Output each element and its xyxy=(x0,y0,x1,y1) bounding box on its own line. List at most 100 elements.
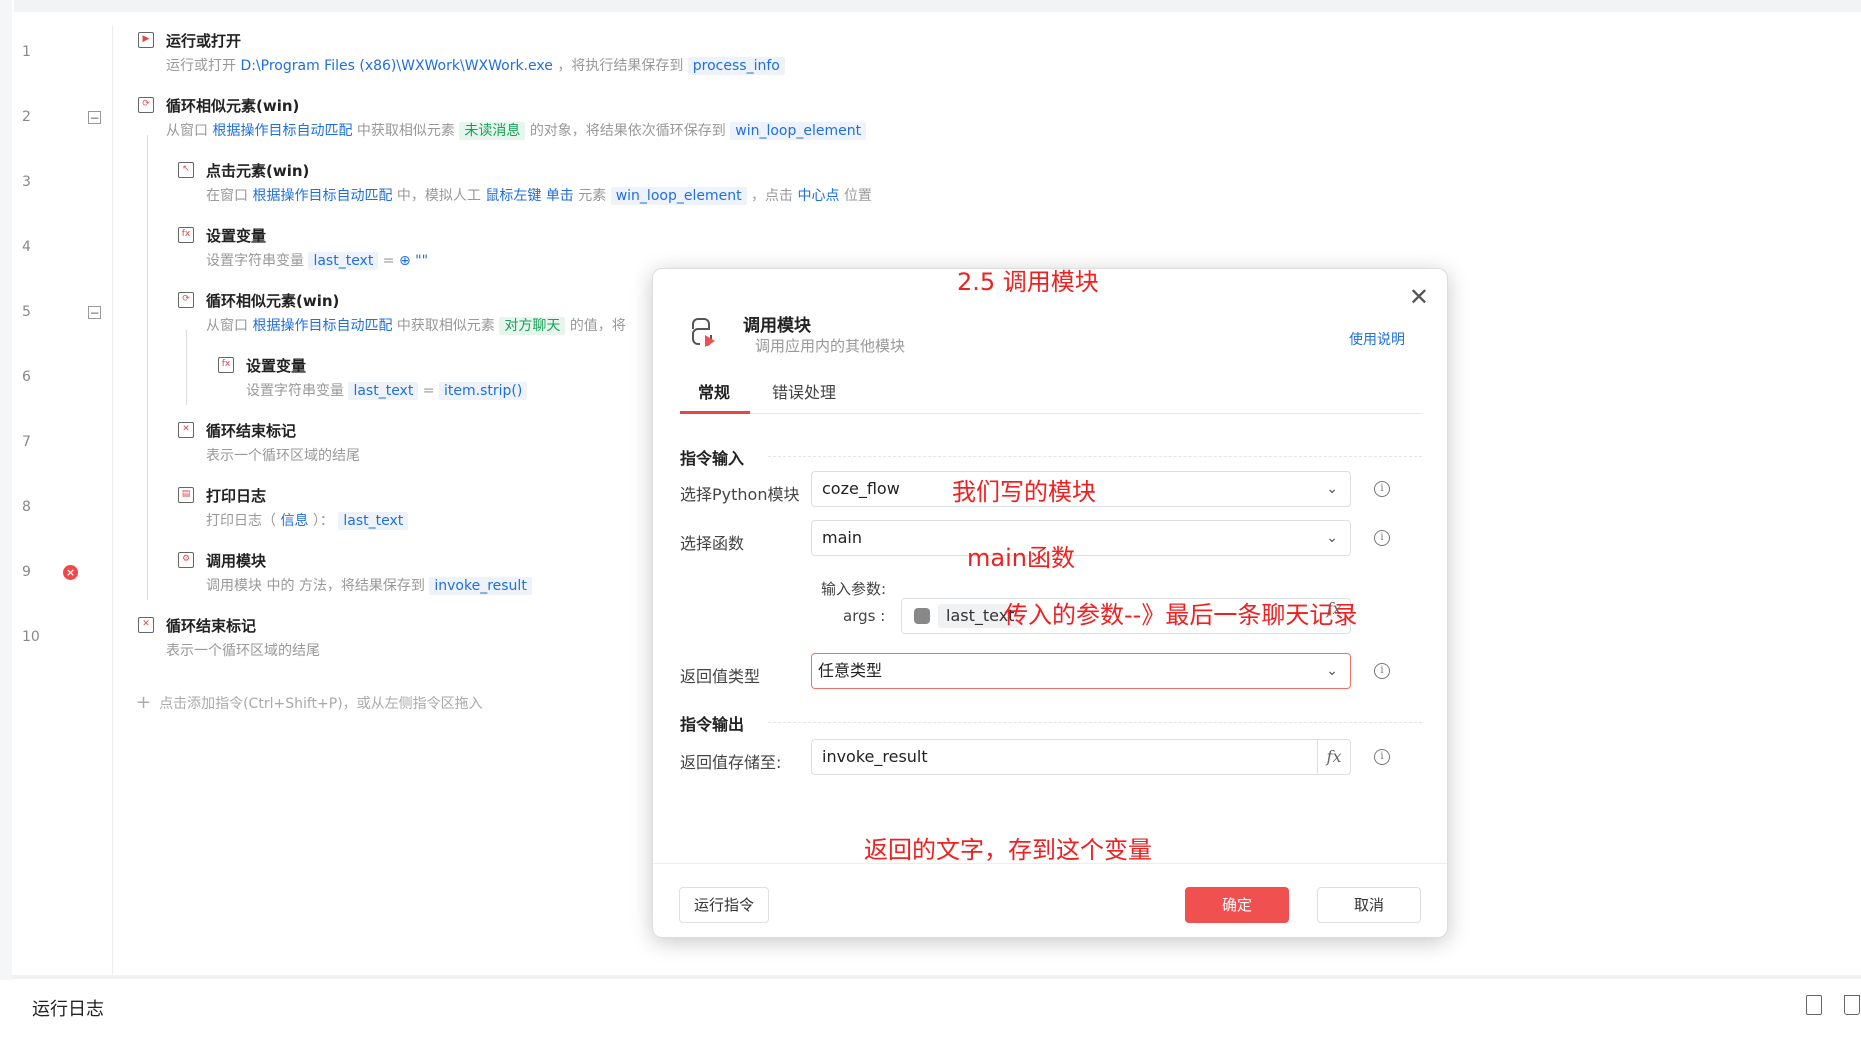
function-select[interactable]: main ⌄ xyxy=(811,520,1351,556)
help-link[interactable]: 使用说明 xyxy=(1349,329,1405,349)
annotation-text: 我们写的模块 xyxy=(952,478,1096,506)
chevron-down-icon: ⌄ xyxy=(1326,530,1338,546)
python-module-icon: ⚙ xyxy=(178,552,194,568)
python-module-icon xyxy=(692,318,715,347)
tab-error-handling[interactable]: 错误处理 xyxy=(772,379,836,411)
collapse-toggle[interactable]: − xyxy=(88,111,101,124)
step-desc: 表示一个循环区域的结尾 xyxy=(206,448,360,464)
step-desc: 表示一个循环区域的结尾 xyxy=(166,643,320,659)
gutter-divider xyxy=(112,25,113,980)
value-link[interactable]: ⊕ "" xyxy=(399,253,428,269)
variable-chip[interactable]: last_text xyxy=(338,512,409,530)
info-icon[interactable]: i xyxy=(1374,663,1390,679)
step-desc: 从窗口 根据操作目标自动匹配 中获取相似元素 未读消息 的对象，将结果依次循环保… xyxy=(166,120,867,140)
element-tag[interactable]: 未读消息 xyxy=(459,122,526,140)
click-type-link[interactable]: 单击 xyxy=(546,188,574,204)
save-to-label: 返回值存储至: xyxy=(680,753,782,772)
loop-end-icon: ✕ xyxy=(138,617,154,633)
annotation-text: 传入的参数--》最后一条聊天记录 xyxy=(1004,601,1358,629)
loop-icon: ⟳ xyxy=(138,97,154,113)
save-to-input[interactable]: invoke_result fx xyxy=(811,739,1351,775)
step-title: 打印日志 xyxy=(206,487,267,505)
trash-icon[interactable] xyxy=(1844,995,1860,1015)
target-link[interactable]: 根据操作目标自动匹配 xyxy=(252,318,392,334)
tab-general[interactable]: 常规 xyxy=(698,379,730,411)
close-icon[interactable]: ✕ xyxy=(1409,283,1429,311)
top-bar xyxy=(14,0,1861,12)
target-link[interactable]: 根据操作目标自动匹配 xyxy=(212,123,352,139)
annotation-text: 返回的文字，存到这个变量 xyxy=(864,836,1152,864)
expression-chip[interactable]: item.strip() xyxy=(438,382,528,400)
collapse-toggle[interactable]: − xyxy=(88,306,101,319)
module-label: 选择Python模块 xyxy=(680,485,800,504)
loop-guide-line xyxy=(186,330,187,405)
variable-chip[interactable]: process_info xyxy=(687,57,785,75)
variable-chip[interactable]: last_text xyxy=(308,252,379,270)
info-icon[interactable]: i xyxy=(1374,481,1390,497)
section-input-title: 指令输入 xyxy=(680,449,745,468)
run-log-panel: 运行日志 xyxy=(12,975,1861,1038)
step-title: 循环相似元素(win) xyxy=(206,292,340,310)
step-desc: 运行或打开 D:\Program Files (x86)\WXWork\WXWo… xyxy=(166,55,785,75)
annotation-text: 2.5 调用模块 xyxy=(957,268,1099,296)
return-type-select[interactable]: 任意类型 ⌄ xyxy=(811,653,1351,689)
error-icon[interactable]: × xyxy=(63,565,78,580)
variable-chip[interactable]: invoke_result xyxy=(429,577,532,595)
fx-icon[interactable]: fx xyxy=(1317,740,1350,774)
params-label: 输入参数: xyxy=(821,580,887,598)
section-output-title: 指令输出 xyxy=(680,715,745,734)
step-title: 点击元素(win) xyxy=(206,162,310,180)
target-link[interactable]: 根据操作目标自动匹配 xyxy=(252,188,392,204)
step-desc: 设置字符串变量 last_text = ⊕ "" xyxy=(206,252,429,270)
step-desc: 在窗口 根据操作目标自动匹配 中，模拟人工 鼠标左键 单击 元素 win_loo… xyxy=(206,187,872,205)
variable-chip[interactable]: win_loop_element xyxy=(610,187,747,205)
variable-chip[interactable]: win_loop_element xyxy=(730,122,867,140)
plus-icon: + xyxy=(136,692,152,713)
position-link[interactable]: 中心点 xyxy=(797,188,839,204)
line-number: 10 xyxy=(22,629,40,645)
line-number: 8 xyxy=(22,499,31,515)
variable-icon: fx xyxy=(218,357,234,373)
info-icon[interactable]: i xyxy=(1374,749,1390,765)
section-divider xyxy=(768,456,1422,458)
line-number: 3 xyxy=(22,174,31,190)
add-instruction-hint[interactable]: + 点击添加指令(Ctrl+Shift+P)，或从左侧指令区拖入 xyxy=(136,692,483,713)
run-command-button[interactable]: 运行指令 xyxy=(679,887,769,923)
line-number: 6 xyxy=(22,369,31,385)
variable-chip[interactable]: last_text xyxy=(348,382,419,400)
line-number: 4 xyxy=(22,239,31,255)
active-tab-indicator xyxy=(680,411,750,414)
step-title: 循环相似元素(win) xyxy=(166,97,300,115)
loop-guide-line xyxy=(147,135,148,600)
dialog-title: 调用模块 xyxy=(743,316,811,336)
path-link[interactable]: D:\Program Files (x86)\WXWork\WXWork.exe xyxy=(240,58,552,74)
log-level-link[interactable]: 信息 xyxy=(280,513,308,529)
step-title: 设置变量 xyxy=(206,227,267,245)
step-title: 运行或打开 xyxy=(166,32,242,50)
run-log-title: 运行日志 xyxy=(32,999,104,1020)
element-tag[interactable]: 对方聊天 xyxy=(499,317,566,335)
mouse-button-link[interactable]: 鼠标左键 xyxy=(485,188,541,204)
info-icon[interactable]: i xyxy=(1374,530,1390,546)
function-label: 选择函数 xyxy=(680,534,745,553)
line-number: 9 xyxy=(22,564,31,580)
save-to-value: invoke_result xyxy=(822,747,928,766)
loop-end-icon: ✕ xyxy=(178,422,194,438)
chevron-down-icon: ⌄ xyxy=(1326,663,1338,679)
step-desc: 从窗口 根据操作目标自动匹配 中获取相似元素 对方聊天 的值，将 xyxy=(206,317,626,335)
line-number: 5 xyxy=(22,304,31,320)
python-icon xyxy=(914,608,930,624)
loop-icon: ⟳ xyxy=(178,292,194,308)
confirm-button[interactable]: 确定 xyxy=(1185,887,1289,923)
module-value: coze_flow xyxy=(822,479,900,498)
cancel-button[interactable]: 取消 xyxy=(1317,887,1421,923)
step-title: 调用模块 xyxy=(206,552,267,570)
variable-icon: fx xyxy=(178,227,194,243)
play-icon: ▶ xyxy=(138,32,154,48)
export-icon[interactable] xyxy=(1806,995,1822,1015)
dialog-tabs: 常规 错误处理 xyxy=(680,379,1422,414)
dialog-subtitle: 调用应用内的其他模块 xyxy=(755,337,906,355)
args-label: args : xyxy=(843,607,886,625)
printer-icon: ▤ xyxy=(178,487,194,503)
function-value: main xyxy=(822,528,862,547)
